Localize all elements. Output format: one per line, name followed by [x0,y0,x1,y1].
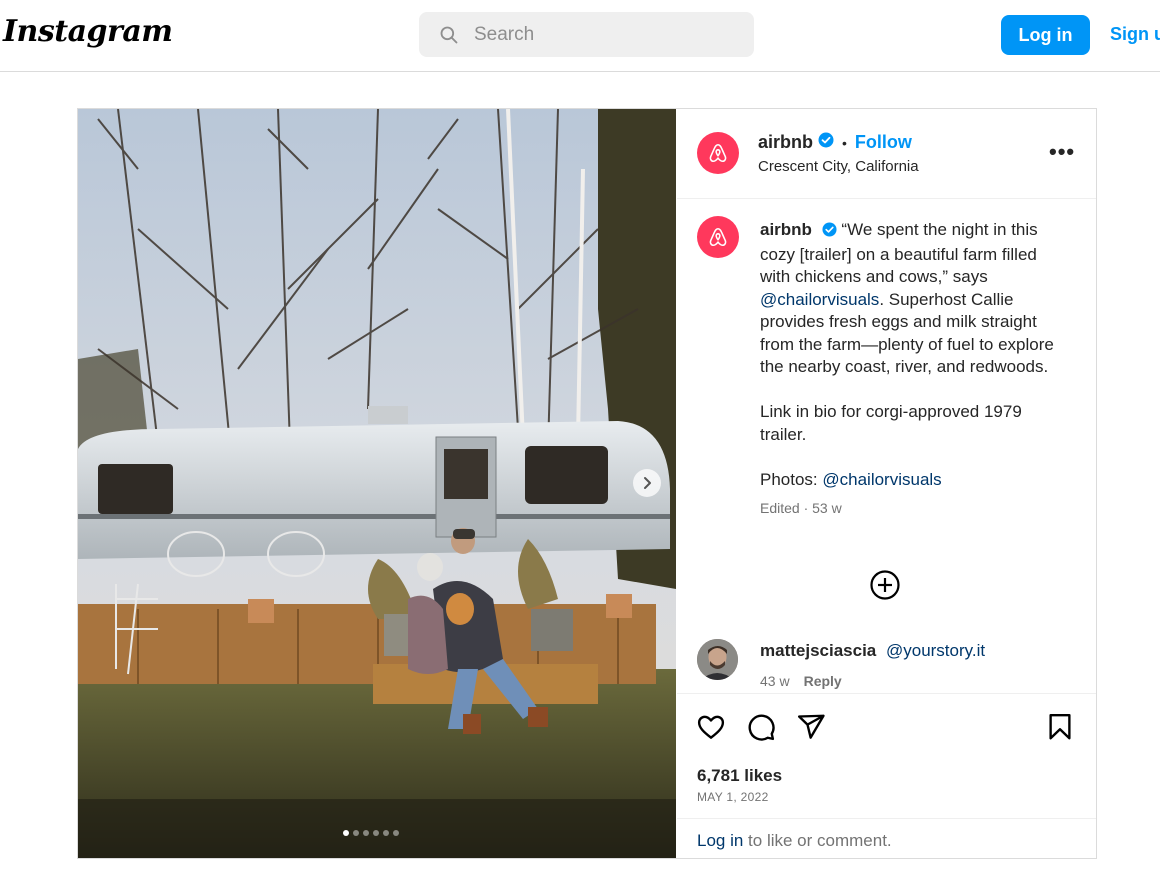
likes-count[interactable]: 6,781 likes [697,766,782,786]
comment-meta: 43 w Reply [760,673,842,689]
caption-edited-timestamp: Edited · 53 w [760,500,842,516]
carousel-dot [393,830,399,836]
post-date: MAY 1, 2022 [697,790,769,804]
post-author-line: airbnb • Follow [758,132,912,153]
post-header: airbnb • Follow Crescent City, Californi… [677,109,1096,199]
search-icon [440,26,458,43]
carousel-dot [353,830,359,836]
comment-icon[interactable] [746,712,776,747]
photos-credit-label: Photos: [760,469,823,489]
heart-icon[interactable] [696,712,726,747]
post-photo [78,109,676,858]
carousel-dot [383,830,389,836]
author-username[interactable]: airbnb [758,132,813,153]
airbnb-logo-icon [709,143,727,163]
carousel-next-button[interactable] [633,469,661,497]
post-location[interactable]: Crescent City, California [758,158,919,175]
bookmark-icon[interactable] [1045,712,1075,747]
search-input[interactable] [472,22,736,47]
reply-button[interactable]: Reply [804,673,842,689]
commenter-avatar[interactable] [697,639,738,680]
caption-username[interactable]: airbnb [760,220,812,239]
instagram-logo[interactable]: Instagram [3,14,173,49]
signup-link[interactable]: Sign up [1110,24,1160,45]
post-sidebar: airbnb • Follow Crescent City, Californi… [677,109,1096,858]
commenter-username[interactable]: mattejsciascia [760,641,876,660]
chevron-right-icon [644,477,651,489]
airbnb-logo-icon [709,227,727,247]
plus-circle-icon[interactable] [869,569,901,606]
comment-mention-link[interactable]: @yourstory.it [886,641,985,660]
carousel-dot [343,830,349,836]
follow-button[interactable]: Follow [855,132,912,153]
verified-badge-icon [822,221,837,244]
login-prompt-text: Log in to like or comment. [697,831,892,851]
post-media[interactable] [78,109,676,858]
comment-timestamp: 43 w [760,673,790,689]
send-icon[interactable] [796,712,826,747]
photos-credit-mention-link[interactable]: @chailorvisuals [822,470,941,489]
carousel-dot [373,830,379,836]
login-button[interactable]: Log in [1001,15,1090,55]
search-box[interactable] [419,12,754,57]
post-card: airbnb • Follow Crescent City, Californi… [77,108,1097,859]
caption-mention-link[interactable]: @chailorvisuals [760,290,879,309]
caption-paragraph-3: Photos: @chailorvisuals [760,469,1065,492]
carousel-dot [363,830,369,836]
comment-text: mattejsciascia @yourstory.it [760,641,985,661]
carousel-indicator [343,830,399,836]
caption-paragraph-1: airbnb “We spent the night in this cozy … [760,219,1065,379]
author-avatar[interactable] [697,132,739,174]
verified-badge-icon [818,132,834,153]
login-link[interactable]: Log in [697,831,743,850]
login-prompt-suffix: to like or comment. [743,831,892,850]
caption-paragraph-2: Link in bio for corgi-approved 1979 trai… [760,402,1022,444]
caption-author-avatar[interactable] [697,216,739,258]
top-navigation-bar: Instagram Log in Sign up [0,0,1160,72]
post-caption: airbnb “We spent the night in this cozy … [760,219,1065,520]
post-actions-section: 6,781 likes MAY 1, 2022 Log in to like o… [677,693,1096,858]
login-prompt: Log in to like or comment. [677,818,1096,858]
separator-dot: • [842,134,847,151]
more-options-icon[interactable]: ••• [1049,139,1075,165]
